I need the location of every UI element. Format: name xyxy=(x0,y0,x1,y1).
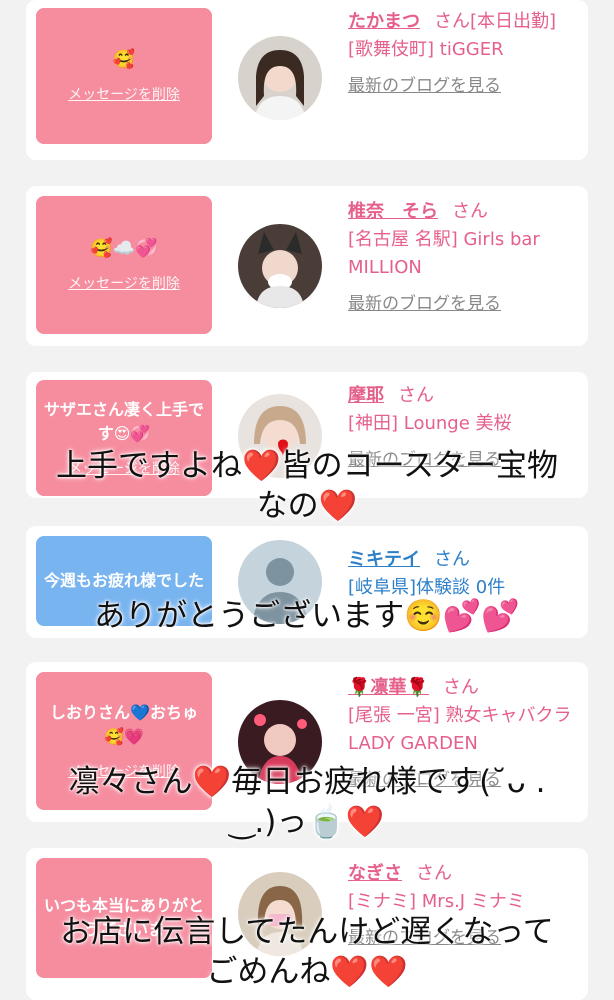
blog-link[interactable]: 最新のブログを見る xyxy=(348,72,580,100)
shop-name: [ミナミ] Mrs.J ミナミ xyxy=(348,891,525,912)
avatar[interactable] xyxy=(238,540,322,624)
bubble-message: いつも本当にありがとうございま xyxy=(44,896,205,939)
message-bubble: いつも本当にありがとうございま xyxy=(36,858,212,978)
avatar[interactable] xyxy=(238,224,322,308)
blog-link[interactable]: 最新のブログを見る xyxy=(348,766,580,794)
message-bubble: 🥰☁️💞 メッセージを削除 xyxy=(36,196,212,334)
message-card: いつも本当にありがとうございま なぎさ さん [ミナミ] Mrs.J ミナミ 最新… xyxy=(26,848,588,1000)
region-info: [岐阜県]体験談 0件 xyxy=(348,577,506,598)
honorific: さん xyxy=(434,549,470,570)
shop-name: [神田] Lounge 美桜 xyxy=(348,413,512,434)
cast-name-link[interactable]: 椎奈 そら xyxy=(348,201,438,222)
shop-name: [尾張 一宮] 熟女キャバクラ LADY GARDEN xyxy=(348,705,572,754)
cast-name-link[interactable]: なぎさ xyxy=(348,863,402,884)
avatar[interactable] xyxy=(238,872,322,956)
avatar[interactable] xyxy=(238,36,322,120)
bubble-emoji: 🥰 xyxy=(112,49,136,70)
honorific: さん xyxy=(416,863,452,884)
cast-info: たかまつ さん[本日出勤] [歌舞伎町] tiGGER 最新のブログを見る xyxy=(348,8,580,100)
bubble-message: サザエさん凄く上手です😍💞 xyxy=(44,400,205,443)
cast-name-link[interactable]: 摩耶 xyxy=(348,385,384,406)
blog-link[interactable]: 最新のブログを見る xyxy=(348,446,580,474)
bubble-message: しおりさん💙おちゅ🥰💗 xyxy=(50,703,198,746)
message-card: 今週もお疲れ様でした ミキテイ さん [岐阜県]体験談 0件 xyxy=(26,526,588,638)
cast-info: 🌹凛華🌹 さん [尾張 一宮] 熟女キャバクラ LADY GARDEN 最新のブロ… xyxy=(348,674,580,794)
message-bubble: 🥰 メッセージを削除 xyxy=(36,8,212,144)
bubble-message: 今週もお疲れ様でした xyxy=(44,571,205,590)
blog-link[interactable]: 最新のブログを見る xyxy=(348,924,580,952)
avatar[interactable] xyxy=(238,700,322,784)
delete-message-link[interactable]: メッセージを削除 xyxy=(68,84,180,104)
delete-message-link[interactable]: メッセージを削除 xyxy=(68,458,180,478)
shop-name: [名古屋 名駅] Girls bar MILLION xyxy=(348,229,540,278)
message-card: サザエさん凄く上手です😍💞 メッセージを削除 摩耶 さん [神田] Lounge … xyxy=(26,372,588,498)
message-card: 🥰 メッセージを削除 たかまつ さん[本日出勤] [歌舞伎町] tiGGER 最新… xyxy=(26,0,588,160)
cast-info: 摩耶 さん [神田] Lounge 美桜 最新のブログを見る xyxy=(348,382,580,474)
cast-info: なぎさ さん [ミナミ] Mrs.J ミナミ 最新のブログを見る xyxy=(348,860,580,952)
message-bubble: 今週もお疲れ様でした xyxy=(36,536,212,626)
message-card: しおりさん💙おちゅ🥰💗 メッセージを削除 🌹凛華🌹 さん [尾張 一宮] 熟女キャ… xyxy=(26,662,588,822)
avatar[interactable] xyxy=(238,394,322,478)
user-name-link[interactable]: ミキテイ xyxy=(348,549,420,570)
shop-name: [歌舞伎町] tiGGER xyxy=(348,39,504,60)
honorific: さん xyxy=(452,201,488,222)
cast-info: ミキテイ さん [岐阜県]体験談 0件 xyxy=(348,546,580,602)
work-status: [本日出勤] xyxy=(470,11,557,32)
message-card: 🥰☁️💞 メッセージを削除 椎奈 そら さん [名古屋 名駅] Girls bar… xyxy=(26,186,588,346)
delete-message-link[interactable]: メッセージを削除 xyxy=(68,761,180,781)
cast-info: 椎奈 そら さん [名古屋 名駅] Girls bar MILLION 最新のブロ… xyxy=(348,198,580,318)
message-bubble: サザエさん凄く上手です😍💞 メッセージを削除 xyxy=(36,380,212,496)
cast-name-link[interactable]: たかまつ xyxy=(348,11,420,32)
message-bubble: しおりさん💙おちゅ🥰💗 メッセージを削除 xyxy=(36,672,212,810)
honorific: さん xyxy=(398,385,434,406)
honorific: さん xyxy=(434,11,470,32)
blog-link[interactable]: 最新のブログを見る xyxy=(348,290,580,318)
bubble-emoji: 🥰☁️💞 xyxy=(90,238,158,259)
cast-name-link[interactable]: 🌹凛華🌹 xyxy=(348,677,429,698)
delete-message-link[interactable]: メッセージを削除 xyxy=(68,273,180,293)
honorific: さん xyxy=(442,677,479,698)
